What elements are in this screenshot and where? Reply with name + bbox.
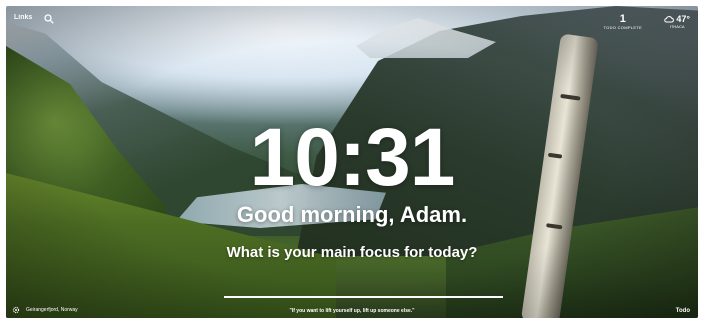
greeting: Good morning, Adam. <box>236 202 468 227</box>
todo-button[interactable]: Todo <box>676 308 690 314</box>
quote: "If you want to lift yourself up, lift u… <box>289 308 415 314</box>
focus-input[interactable] <box>224 284 503 298</box>
search-icon[interactable] <box>44 14 54 24</box>
cloud-icon <box>664 16 675 23</box>
weather-widget[interactable]: 47° ITHACA <box>664 14 690 29</box>
clock: 10:31 <box>249 112 456 203</box>
focus-question: What is your main focus for today? <box>226 244 478 261</box>
todo-counter[interactable]: 1 TODO COMPLETE <box>603 13 643 31</box>
todo-count-label: TODO COMPLETE <box>603 25 642 30</box>
weather-location: ITHACA <box>669 24 685 29</box>
links-button[interactable]: Links <box>14 14 32 21</box>
temperature: 47° <box>676 14 690 24</box>
background-scene: Links 1 TODO COMPLETE 47° ITHACA 10:31 G… <box>6 6 698 318</box>
todo-count-number: 1 <box>619 13 626 25</box>
